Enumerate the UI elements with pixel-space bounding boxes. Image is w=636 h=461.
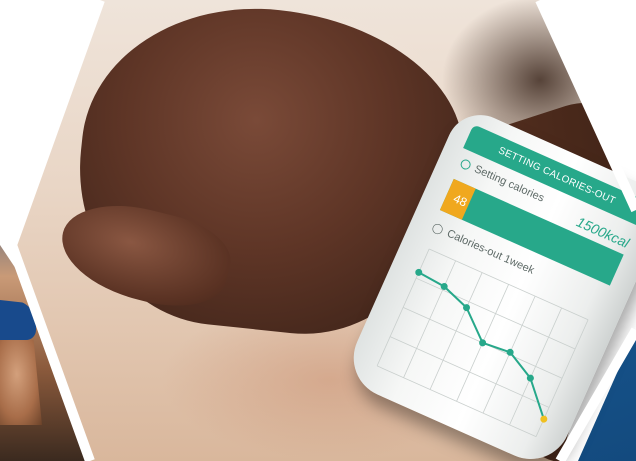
ring-icon — [459, 157, 473, 172]
data-point — [479, 339, 487, 347]
data-point — [415, 268, 423, 276]
hexagon-collage: SETTING CALORIES-OUT Setting calories 48… — [0, 0, 636, 461]
data-point — [540, 415, 548, 423]
